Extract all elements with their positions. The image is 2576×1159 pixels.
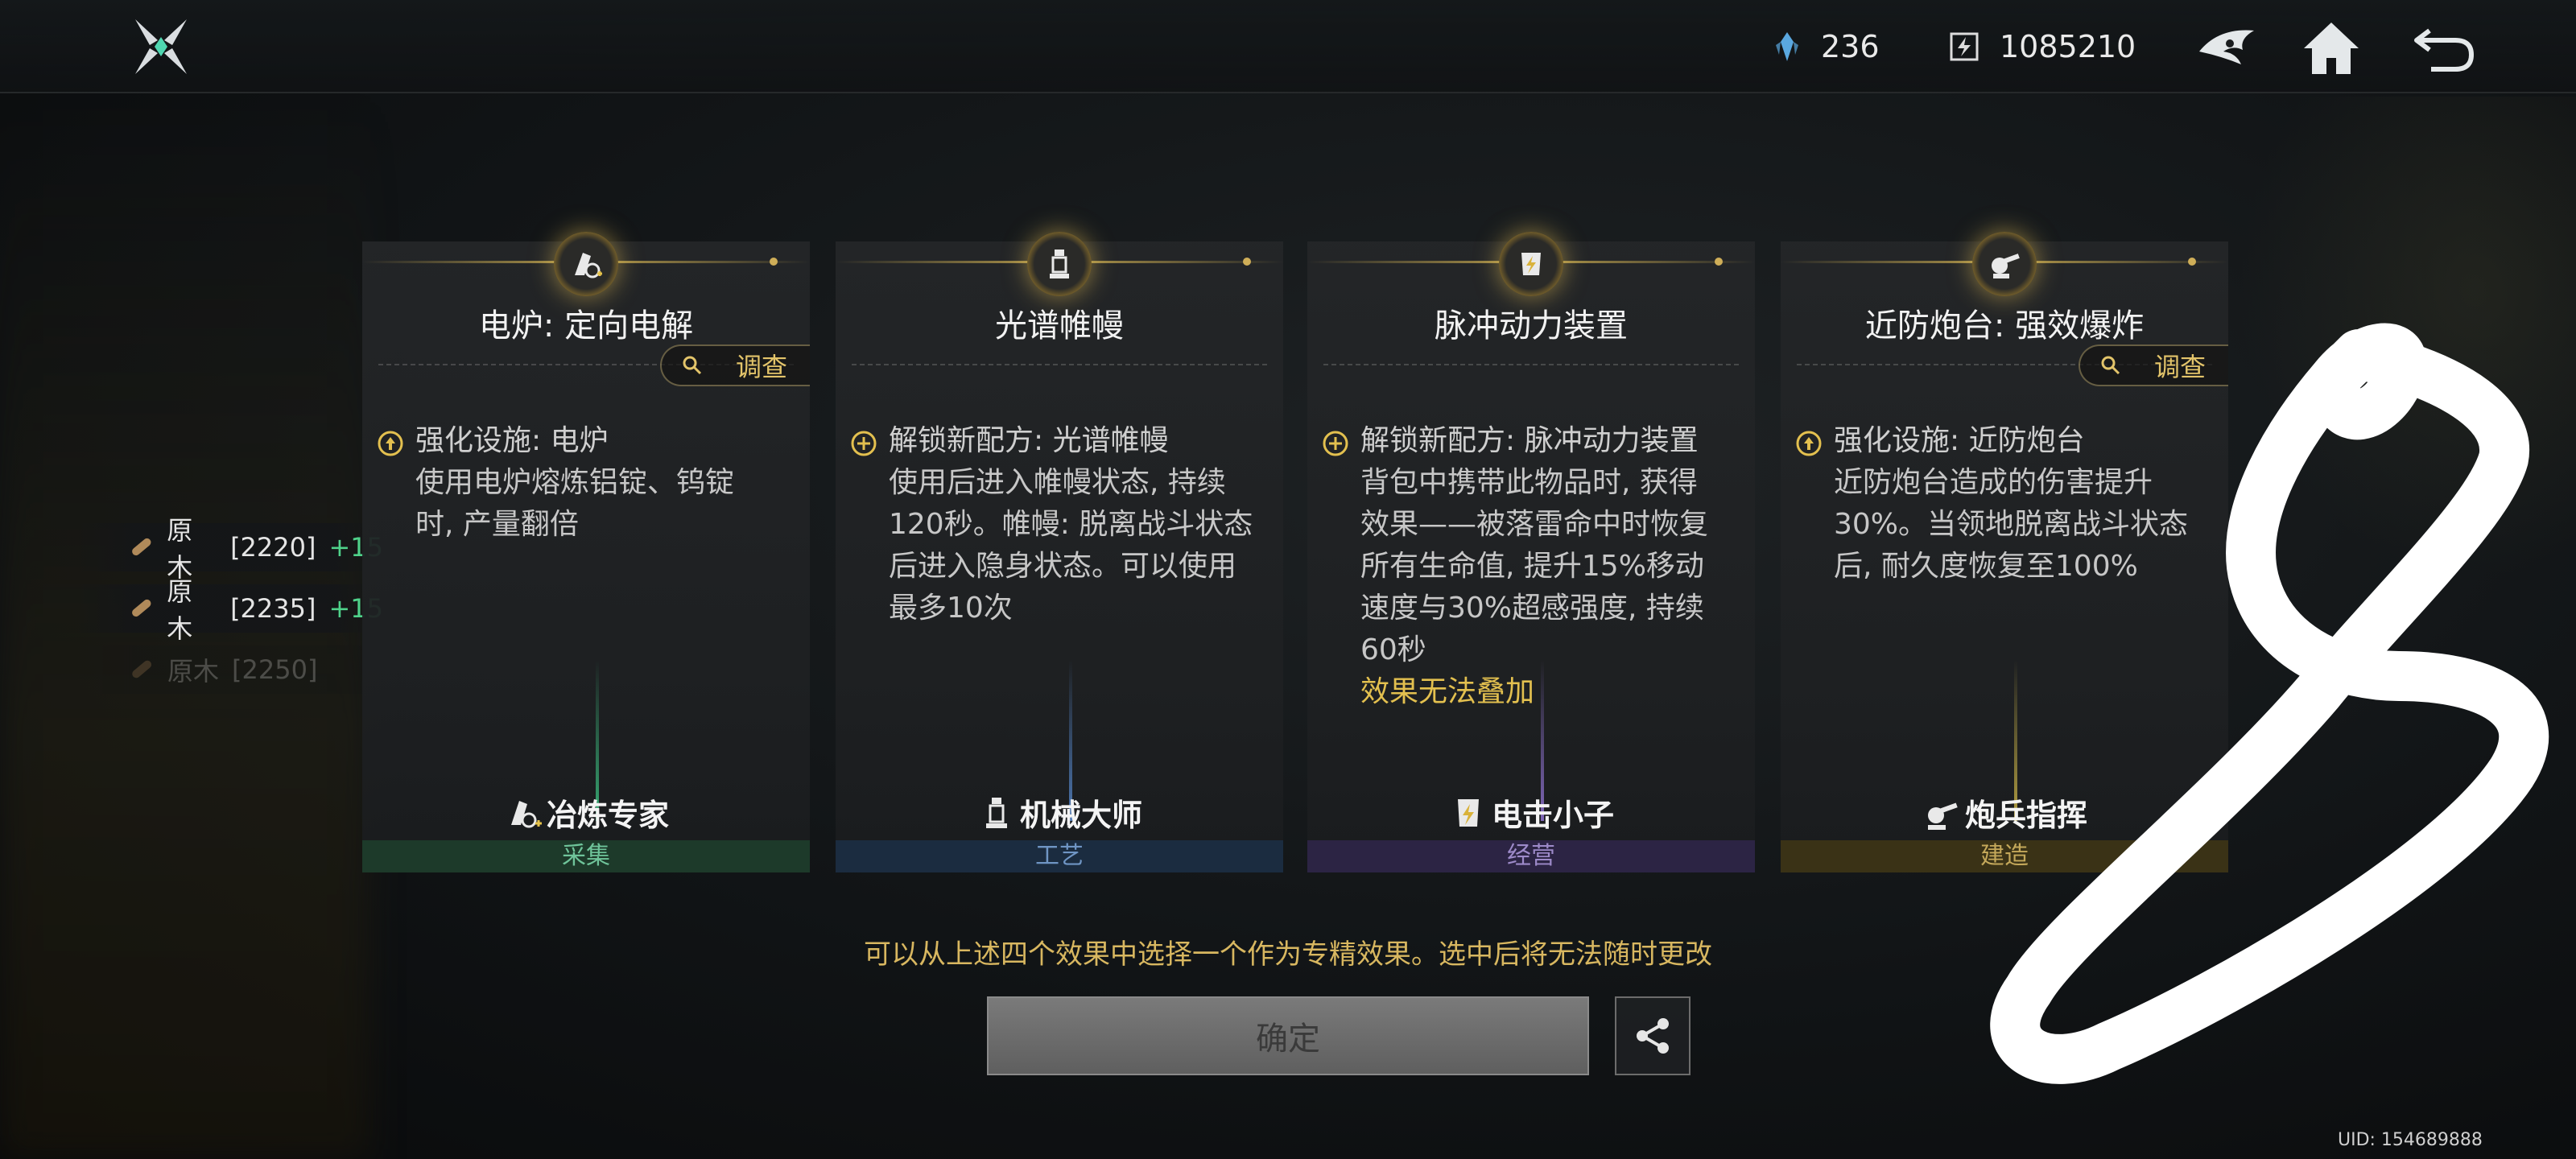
card-effect-body: 使用电炉熔炼铝锭、钨锭 时, 产量翻倍 — [415, 462, 794, 546]
upgrade-icon — [1796, 431, 1822, 456]
specialization-card-4[interactable]: 近防炮台: 强效爆炸 调查 强化设施: 近防炮台 近防炮台造成的伤害提升 30%… — [1781, 232, 2228, 872]
investigate-label: 调查 — [736, 352, 788, 382]
card-effect-head: 强化设施: 电炉 — [377, 420, 609, 462]
material-name: 原木 — [167, 576, 193, 644]
furnace-icon — [510, 800, 542, 827]
card-effect-head: 解锁新配方: 光谱帷幔 — [850, 420, 1169, 462]
card-effect-title: 解锁新配方: 脉冲动力装置 — [1360, 424, 1699, 457]
pulse-device-icon — [1521, 253, 1541, 275]
furnace-icon — [575, 253, 602, 278]
card-effect-text: 近防炮台造成的伤害提升 30%。当领地脱离战斗状态 后, 耐久度恢复至100% — [1834, 466, 2189, 583]
card-title: 电炉: 定向电解 — [478, 307, 694, 344]
investigate-button[interactable]: 调查 — [660, 344, 810, 386]
specialist-name: 机械大师 — [836, 790, 1283, 835]
home-icon[interactable] — [2299, 16, 2363, 80]
specialist-label: 炮兵指挥 — [1964, 798, 2087, 833]
card-effect-head: 强化设施: 近防炮台 — [1795, 420, 2085, 462]
lamp-device-icon — [985, 797, 1007, 828]
faction-emblem-icon[interactable] — [2194, 16, 2259, 80]
card-effect-text: 使用后进入帷幔状态, 持续 120秒。帷幔: 脱离战斗状态 后进入隐身状态。可以… — [889, 466, 1253, 625]
search-icon — [2101, 356, 2120, 375]
card-effect-title: 强化设施: 近防炮台 — [1834, 424, 2085, 457]
card-effect-body: 近防炮台造成的伤害提升 30%。当领地脱离战斗状态 后, 耐久度恢复至100% — [1834, 462, 2212, 588]
card-effect-head: 解锁新配方: 脉冲动力装置 — [1322, 420, 1699, 462]
card-medal — [1499, 232, 1563, 296]
specialist-name: 电击小子 — [1307, 790, 1755, 835]
selection-hint: 可以从上述四个效果中选择一个作为专精效果。选中后将无法随时更改 — [864, 938, 1712, 971]
card-divider — [852, 364, 1267, 365]
category-tag: 建造 — [1781, 840, 2228, 872]
share-button[interactable] — [1615, 996, 1690, 1075]
category-tag: 经营 — [1307, 840, 1755, 872]
share-icon — [1637, 1018, 1669, 1054]
card-effect-body: 使用后进入帷幔状态, 持续 120秒。帷幔: 脱离战斗状态 后进入隐身状态。可以… — [889, 462, 1267, 629]
log-icon — [132, 660, 152, 678]
pulse-device-icon — [1457, 798, 1479, 827]
material-level: [2220] — [230, 532, 316, 563]
lamp-device-icon — [1050, 250, 1069, 278]
specialist-label: 冶炼专家 — [546, 798, 669, 833]
specialization-card-3[interactable]: 脉冲动力装置 解锁新配方: 脉冲动力装置 背包中携带此物品时, 获得 效果——被… — [1307, 232, 1755, 872]
log-icon — [132, 538, 151, 556]
crystal-icon — [1776, 32, 1798, 61]
material-item: 原木 [2220] +15 — [77, 515, 383, 583]
card-title: 近防炮台: 强效爆炸 — [1864, 307, 2145, 344]
specialist-name: 炮兵指挥 — [1781, 790, 2228, 835]
material-level: [2235] — [230, 593, 316, 624]
unlock-icon — [851, 431, 877, 456]
crystal-count: 236 — [1821, 29, 1880, 64]
investigate-label: 调查 — [2154, 352, 2207, 382]
search-icon — [683, 356, 702, 375]
card-effect-text: 背包中携带此物品时, 获得 效果——被落雷命中时恢复 所有生命值, 提升15%移… — [1360, 466, 1709, 666]
currency-count: 1085210 — [2000, 29, 2136, 64]
card-medal — [1972, 232, 2037, 296]
resource-currency: 1085210 — [1946, 24, 2136, 69]
confirm-button[interactable]: 确定 — [987, 996, 1589, 1075]
log-icon — [132, 599, 151, 617]
game-logo-icon[interactable] — [130, 16, 192, 77]
specialist-name: 冶炼专家 — [362, 790, 810, 835]
investigate-button[interactable]: 调查 — [2079, 344, 2228, 386]
specialist-label: 机械大师 — [1019, 798, 1142, 833]
card-title: 脉冲动力装置 — [1435, 307, 1628, 344]
material-item: 原木 [2235] +15 — [77, 576, 383, 644]
card-title: 光谱帷幔 — [995, 307, 1124, 344]
resource-crystal: 236 — [1771, 24, 1880, 69]
background-blur-right — [2238, 97, 2576, 580]
turret-icon — [1927, 802, 1958, 830]
card-effect-title: 强化设施: 电炉 — [415, 424, 609, 457]
top-bar: 236 1085210 — [0, 0, 2576, 93]
material-level: [2250] — [232, 654, 318, 685]
card-effect-warning: 效果无法叠加 — [1360, 675, 1535, 708]
card-medal — [1027, 232, 1092, 296]
card-effect-text: 使用电炉熔炼铝锭、钨锭 时, 产量翻倍 — [415, 466, 735, 541]
back-arrow-icon[interactable] — [2412, 16, 2476, 80]
card-divider — [1323, 364, 1739, 365]
user-id: UID: 154689888 — [2338, 1130, 2483, 1150]
material-list: 原木 [2220] +15 原木 [2235] +15 原木 [2250] — [77, 515, 383, 707]
specialization-card-2[interactable]: 光谱帷幔 解锁新配方: 光谱帷幔 使用后进入帷幔状态, 持续 120秒。帷幔: … — [836, 232, 1283, 872]
specialization-card-1[interactable]: 电炉: 定向电解 调查 强化设施: 电炉 使用电炉熔炼铝锭、钨锭 时, 产量翻倍… — [362, 232, 810, 872]
card-effect-title: 解锁新配方: 光谱帷幔 — [889, 424, 1169, 457]
card-medal — [554, 232, 618, 296]
material-name: 原木 — [167, 656, 220, 687]
material-item: 原木 [2250] — [77, 645, 383, 694]
specialization-cards: 电炉: 定向电解 调查 强化设施: 电炉 使用电炉熔炼铝锭、钨锭 时, 产量翻倍… — [362, 232, 2230, 877]
specialist-label: 电击小子 — [1491, 798, 1614, 833]
turret-icon — [1992, 254, 2020, 278]
category-tag: 工艺 — [836, 840, 1283, 872]
unlock-icon — [1323, 431, 1348, 456]
card-effect-body: 背包中携带此物品时, 获得 效果——被落雷命中时恢复 所有生命值, 提升15%移… — [1360, 462, 1739, 713]
upgrade-icon — [378, 431, 403, 456]
chip-currency-icon — [1950, 32, 1979, 61]
category-tag: 采集 — [362, 840, 810, 872]
